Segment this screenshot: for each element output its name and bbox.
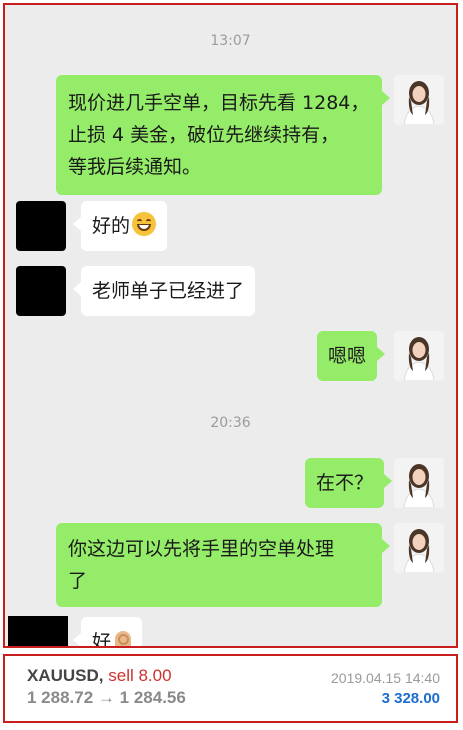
message-line: 你这边可以先将手里的空单处理	[68, 538, 335, 560]
message-text: 好	[92, 631, 112, 648]
message-bubble[interactable]: 老师单子已经进了	[72, 266, 256, 316]
teacher-avatar[interactable]	[394, 331, 444, 381]
teacher-avatar[interactable]	[394, 523, 444, 573]
trade-profit: 3 328.00	[381, 690, 440, 707]
teacher-avatar[interactable]	[394, 458, 444, 508]
user-avatar[interactable]	[16, 266, 66, 316]
message-bubble[interactable]: 在不？	[305, 458, 393, 508]
message-line: 现价进几手空单，目标先看 1284，	[68, 92, 370, 114]
message-bubble[interactable]: 你这边可以先将手里的空单处理 了	[56, 523, 390, 607]
ok-hand-icon	[115, 631, 132, 646]
trade-side-lots: sell 8.00	[108, 666, 172, 685]
message-bubble[interactable]: 嗯嗯	[317, 331, 386, 381]
open-price: 1 288.72	[27, 688, 94, 707]
trade-record[interactable]: XAUUSD, sell 8.00 1 288.72 → 1 284.56 20…	[3, 654, 458, 723]
teacher-avatar[interactable]	[394, 75, 444, 125]
message-bubble[interactable]: 好	[72, 617, 143, 648]
timestamp: 20:36	[210, 415, 251, 431]
message-text: 老师单子已经进了	[92, 280, 245, 302]
user-avatar[interactable]	[8, 616, 68, 646]
trade-datetime: 2019.04.15 14:40	[331, 670, 440, 686]
timestamp: 13:07	[210, 33, 251, 49]
arrow-icon: →	[97, 688, 115, 707]
message-line: 止损 4 美金，破位先继续持有，	[68, 124, 340, 146]
trade-prices: 1 288.72 → 1 284.56	[27, 688, 186, 708]
user-avatar[interactable]	[16, 201, 66, 251]
chat-window: 13:07 现价进几手空单，目标先看 1284， 止损 4 美金，破位先继续持有…	[3, 3, 458, 648]
message-line: 了	[68, 570, 88, 592]
close-price: 1 284.56	[119, 688, 186, 707]
message-bubble[interactable]: 现价进几手空单，目标先看 1284， 止损 4 美金，破位先继续持有， 等我后续…	[56, 75, 390, 195]
trade-symbol: XAUUSD,	[27, 666, 104, 685]
message-text: 嗯嗯	[328, 345, 367, 367]
message-text: 好的	[92, 215, 131, 237]
trade-header: XAUUSD, sell 8.00	[27, 666, 172, 686]
message-line: 等我后续通知。	[68, 156, 202, 178]
grinning-face-icon	[132, 212, 157, 236]
message-text: 在不？	[316, 472, 374, 494]
message-bubble[interactable]: 好的	[72, 201, 168, 251]
